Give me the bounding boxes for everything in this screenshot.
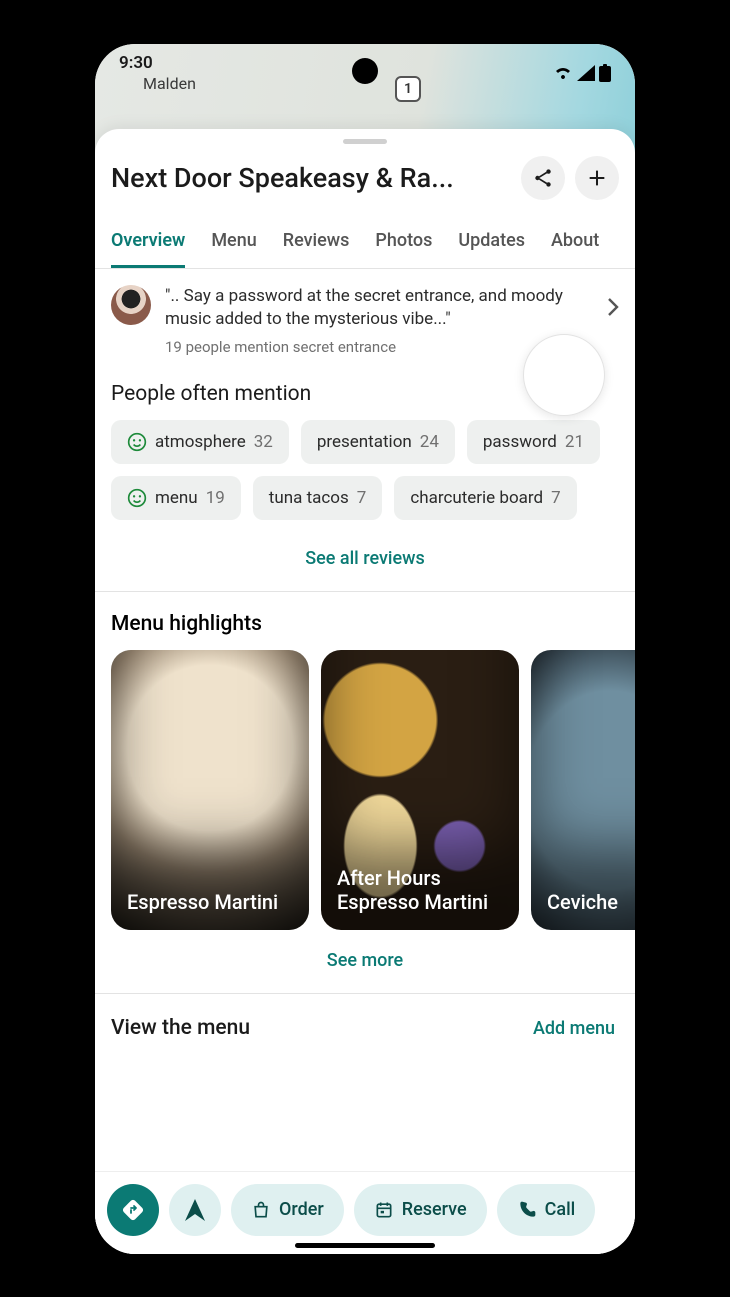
tab-overview[interactable]: Overview: [111, 230, 185, 268]
add-button[interactable]: [575, 156, 619, 200]
order-button[interactable]: Order: [231, 1184, 344, 1236]
tab-reviews[interactable]: Reviews: [283, 230, 350, 268]
sheet-grabber[interactable]: [343, 139, 387, 144]
plus-icon: [586, 167, 608, 189]
signal-icon: [577, 65, 595, 81]
chip-count: 21: [565, 432, 584, 452]
menu-card-label: After Hours Espresso Martini: [337, 866, 503, 914]
bag-icon: [251, 1200, 271, 1220]
tab-updates[interactable]: Updates: [458, 230, 525, 268]
place-sheet: Next Door Speakeasy & Ra... Overview Men…: [95, 129, 635, 1254]
menu-card-ceviche[interactable]: Ceviche: [531, 650, 635, 930]
share-button[interactable]: [521, 156, 565, 200]
content-scroll[interactable]: ".. Say a password at the secret entranc…: [95, 269, 635, 1254]
chip-password[interactable]: password 21: [467, 420, 600, 464]
status-icons: [553, 64, 611, 82]
directions-button[interactable]: [107, 1184, 159, 1236]
chip-tuna-tacos[interactable]: tuna tacos 7: [253, 476, 383, 520]
chip-label: menu: [155, 488, 198, 508]
wifi-icon: [553, 65, 573, 81]
menu-highlights-row[interactable]: Espresso Martini After Hours Espresso Ma…: [95, 650, 635, 930]
tab-menu[interactable]: Menu: [211, 230, 256, 268]
chip-label: presentation: [317, 432, 412, 452]
reserve-label: Reserve: [402, 1199, 467, 1220]
chip-count: 24: [420, 432, 439, 452]
smile-icon: [127, 488, 147, 508]
status-time: 9:30: [119, 53, 196, 73]
start-navigation-button[interactable]: [169, 1184, 221, 1236]
directions-icon: [121, 1198, 145, 1222]
call-button[interactable]: Call: [497, 1184, 596, 1236]
add-menu-link[interactable]: Add menu: [533, 1018, 615, 1039]
floating-loading-indicator: [523, 334, 605, 416]
reserve-button[interactable]: Reserve: [354, 1184, 487, 1236]
chip-atmosphere[interactable]: atmosphere 32: [111, 420, 289, 464]
chip-count: 7: [357, 488, 367, 508]
chip-label: tuna tacos: [269, 488, 349, 508]
bottom-action-bar: Order Reserve Call: [95, 1171, 635, 1254]
menu-card-after-hours[interactable]: After Hours Espresso Martini: [321, 650, 519, 930]
menu-card-label: Ceviche: [547, 890, 618, 914]
reviewer-avatar: [111, 285, 151, 325]
call-label: Call: [545, 1199, 576, 1220]
menu-highlights-title: Menu highlights: [95, 592, 635, 650]
chip-label: charcuterie board: [410, 488, 543, 508]
share-icon: [532, 167, 554, 189]
menu-card-label: Espresso Martini: [127, 890, 278, 914]
snippet-body: ".. Say a password at the secret entranc…: [165, 285, 593, 357]
tabs: Overview Menu Reviews Photos Updates Abo…: [95, 212, 635, 269]
navigate-icon: [185, 1199, 205, 1221]
chevron-right-icon: [607, 285, 619, 317]
chip-label: password: [483, 432, 557, 452]
chip-count: 7: [551, 488, 561, 508]
view-menu-row: View the menu Add menu: [95, 994, 635, 1050]
chip-presentation[interactable]: presentation 24: [301, 420, 455, 464]
battery-icon: [599, 64, 611, 82]
camera-notch: [352, 58, 378, 84]
order-label: Order: [279, 1199, 324, 1220]
home-indicator[interactable]: [295, 1243, 435, 1248]
see-more-link[interactable]: See more: [95, 930, 635, 993]
place-title: Next Door Speakeasy & Ra...: [111, 162, 511, 194]
mention-chips: atmosphere 32 presentation 24 password 2…: [95, 420, 635, 528]
chip-charcuterie[interactable]: charcuterie board 7: [394, 476, 576, 520]
phone-frame: 1 9:30 Malden Next Door Speakeasy & Ra..…: [85, 34, 645, 1264]
place-header: Next Door Speakeasy & Ra...: [95, 152, 635, 212]
chip-menu[interactable]: menu 19: [111, 476, 241, 520]
tab-about[interactable]: About: [551, 230, 599, 268]
phone-icon: [517, 1200, 537, 1220]
chip-label: atmosphere: [155, 432, 246, 452]
chip-count: 32: [254, 432, 273, 452]
calendar-icon: [374, 1200, 394, 1220]
smile-icon: [127, 432, 147, 452]
see-all-reviews-link[interactable]: See all reviews: [95, 528, 635, 591]
status-location: Malden: [143, 74, 196, 93]
chip-count: 19: [206, 488, 225, 508]
view-menu-title: View the menu: [111, 1016, 250, 1040]
menu-card-espresso-martini[interactable]: Espresso Martini: [111, 650, 309, 930]
snippet-quote: ".. Say a password at the secret entranc…: [165, 285, 593, 333]
tab-photos[interactable]: Photos: [375, 230, 432, 268]
